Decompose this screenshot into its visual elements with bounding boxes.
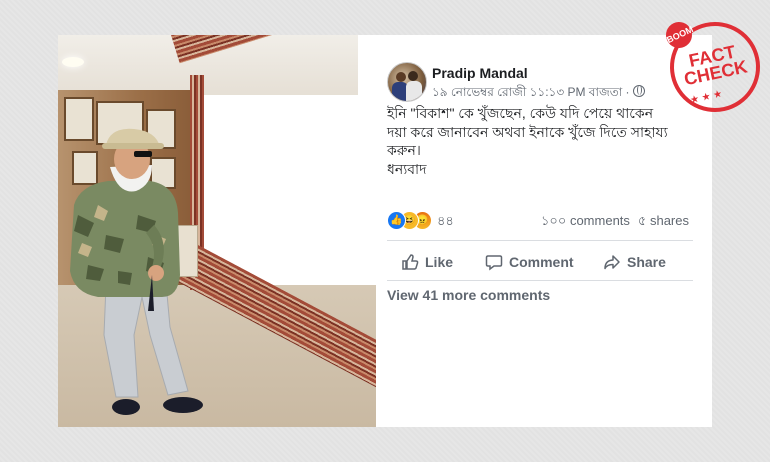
- reaction-bar: 👍 😆 😠 ৪৪ ১০০ comments ৫ shares: [387, 211, 705, 230]
- post-actions: Like Comment Share: [387, 246, 693, 278]
- reaction-count[interactable]: ৪৪: [437, 212, 454, 233]
- timestamp-text: ১৯ নোভেম্বর রোজী ১১:১৩ PM বাজতা ·: [432, 85, 630, 99]
- post-body-line: ইনি "বিকাশ" কে খুঁজছেন, কেউ যদি পেয়ে থা…: [387, 105, 654, 121]
- person-figure: [70, 128, 203, 415]
- post-timestamp[interactable]: ১৯ নোভেম্বর রোজী ১১:১৩ PM বাজতা ·: [432, 84, 645, 104]
- like-icon[interactable]: 👍: [387, 211, 406, 230]
- post-header: Pradip Mandal ১৯ নোভেম্বর রোজী ১১:১৩ PM …: [387, 62, 707, 106]
- thumbs-up-icon: [402, 254, 419, 270]
- divider: [387, 280, 693, 281]
- fact-check-stamp: BOOM FACT CHECK ★ ★ ★: [661, 8, 769, 121]
- comment-button[interactable]: Comment: [485, 246, 574, 278]
- shares-count[interactable]: ৫ shares: [638, 213, 689, 228]
- comments-count[interactable]: ১০০ comments: [541, 213, 630, 228]
- engagement-counts: ১০০ comments ৫ shares: [541, 212, 689, 233]
- post-body-line: ধন্যবাদ: [387, 160, 427, 177]
- avatar[interactable]: [387, 62, 427, 102]
- author-name[interactable]: Pradip Mandal: [432, 65, 528, 81]
- post-body-line: করুন।: [387, 142, 421, 158]
- post-body: ইনি "বিকাশ" কে খুঁজছেন, কেউ যদি পেয়ে থা…: [387, 104, 705, 178]
- screenshot-frame: Pradip Mandal ১৯ নোভেম্বর রোজী ১১:১৩ PM …: [58, 35, 712, 427]
- view-more-comments-link[interactable]: View 41 more comments: [387, 287, 550, 303]
- like-label: Like: [425, 254, 454, 270]
- post-body-line: দয়া করে জানাবেন অথবা ইনাকে খুঁজে দিতে স…: [387, 123, 668, 140]
- comment-label: Comment: [509, 254, 574, 270]
- comment-bubble-icon: [485, 255, 503, 271]
- share-label: Share: [627, 254, 666, 270]
- divider: [387, 240, 693, 241]
- like-button[interactable]: Like: [401, 246, 453, 278]
- share-button[interactable]: Share: [603, 246, 666, 278]
- share-arrow-icon: [604, 255, 620, 270]
- globe-icon: [632, 85, 645, 97]
